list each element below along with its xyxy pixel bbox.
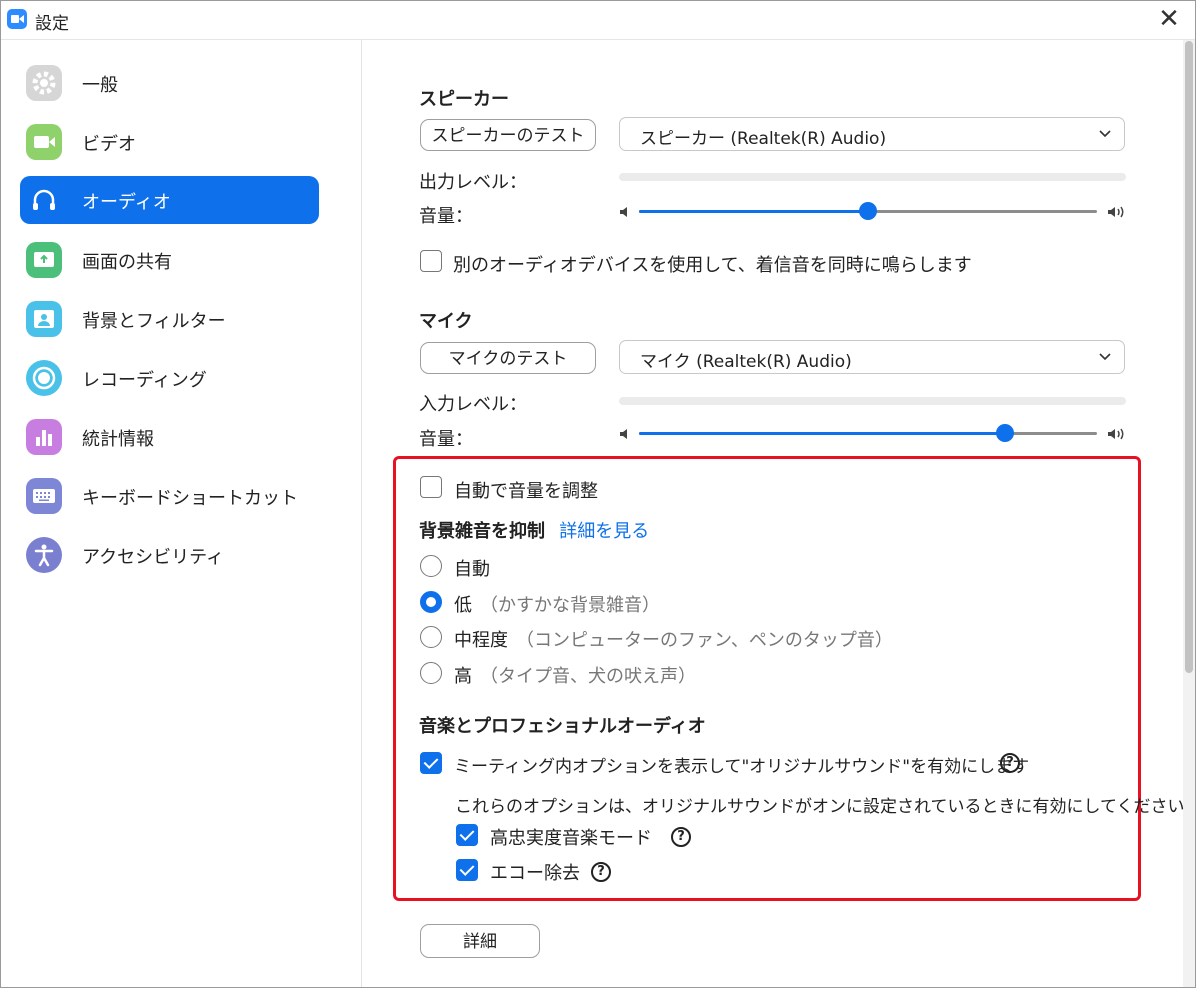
speaker-device-select[interactable]: スピーカー (Realtek(R) Audio) [619,117,1125,151]
echo-cancellation-checkbox[interactable] [456,859,478,881]
noise-option-note: （コンピューターのファン、ペンのタップ音） [516,630,893,651]
mic-volume-slider[interactable] [639,424,1097,444]
scrollbar-thumb[interactable] [1185,41,1193,673]
mic-heading: マイク [419,311,473,332]
speaker-heading: スピーカー [419,89,509,110]
original-sound-hint: これらのオプションは、オリジナルサウンドがオンに設定されているときに有効にしてく… [455,797,1185,817]
hifi-music-mode-label: 高忠実度音楽モード [490,828,652,849]
sidebar-item-label: オーディオ [82,192,171,213]
noise-suppression-title: 背景雑音を抑制 [419,521,545,542]
headphones-icon [26,182,62,218]
sidebar-item-accessibility[interactable]: アクセシビリティ [20,531,319,579]
original-sound-label: ミーティング内オプションを表示して"オリジナルサウンド"を有効にします [454,757,1030,777]
help-icon[interactable]: ? [591,862,611,882]
zoom-app-icon [7,9,27,29]
sidebar-item-label: キーボードショートカット [82,488,298,509]
input-level-label: 入力レベル： [419,394,527,415]
speaker-volume-label: 音量： [419,206,473,227]
sidebar-item-label: 背景とフィルター [82,311,226,332]
speaker-low-icon [620,207,627,217]
hifi-music-mode-checkbox[interactable] [456,824,478,846]
window-title: 設定 [35,14,69,34]
mic-device-value: マイク (Realtek(R) Audio) [640,352,852,372]
speaker-high-icon [1108,428,1124,440]
close-button[interactable]: ✕ [1153,3,1185,35]
test-speaker-button[interactable]: スピーカーのテスト [420,119,596,151]
noise-option-label: 中程度 [454,630,508,651]
help-icon[interactable]: ? [671,827,691,847]
noise-option-note: （かすかな背景雑音） [480,595,660,616]
sidebar-item-video[interactable]: ビデオ [20,118,319,166]
sidebar-item-statistics[interactable]: 統計情報 [20,413,319,461]
sidebar-item-screen-share[interactable]: 画面の共有 [20,236,319,284]
auto-adjust-volume-checkbox[interactable] [420,476,442,498]
separate-ringtone-label: 別のオーディオデバイスを使用して、着信音を同時に鳴らします [453,255,972,276]
noise-radio-low[interactable] [420,591,442,613]
noise-radio-auto[interactable] [420,555,442,577]
input-level-meter [619,397,1126,405]
settings-window: 設定 ✕ 一般 ビデオ オーディオ 画面の共有 背景とフィルター レコーディング… [0,0,1196,988]
sidebar-item-keyboard-shortcuts[interactable]: キーボードショートカット [20,472,319,520]
chevron-down-icon [1099,353,1111,361]
output-level-meter [619,173,1126,181]
sidebar-item-label: アクセシビリティ [82,547,225,568]
advanced-button[interactable]: 詳細 [420,924,540,958]
slider-knob[interactable] [996,424,1015,442]
sidebar-item-recording[interactable]: レコーディング [20,354,319,402]
auto-adjust-volume-label: 自動で音量を調整 [454,481,598,502]
music-pro-audio-heading: 音楽とプロフェショナルオーディオ [419,716,706,737]
sidebar: 一般 ビデオ オーディオ 画面の共有 背景とフィルター レコーディング 統計情報… [1,40,362,987]
see-details-link[interactable]: 詳細を見る [559,521,649,542]
speaker-volume-slider[interactable] [639,202,1097,222]
bar-chart-icon [26,419,62,455]
speaker-device-value: スピーカー (Realtek(R) Audio) [640,129,887,149]
noise-option-label: 自動 [454,559,490,580]
mic-device-select[interactable]: マイク (Realtek(R) Audio) [619,340,1125,374]
mic-volume-label: 音量： [419,429,473,450]
output-level-label: 出力レベル： [419,172,527,193]
original-sound-checkbox[interactable] [420,752,442,774]
noise-option-label: 低 [454,595,472,616]
sidebar-item-general[interactable]: 一般 [20,59,319,107]
noise-radio-high[interactable] [420,662,442,684]
sidebar-item-label: ビデオ [82,134,136,155]
gear-icon [26,65,62,101]
noise-option-medium: 中程度 （コンピューターのファン、ペンのタップ音） [454,626,893,652]
noise-option-label: 高 [454,666,472,687]
background-person-icon [26,301,62,337]
sidebar-item-audio[interactable]: オーディオ [20,176,319,224]
slider-knob[interactable] [859,202,877,220]
chevron-down-icon [1099,130,1111,138]
screen-share-icon [26,242,62,278]
sidebar-item-label: レコーディング [82,370,207,391]
separate-ringtone-checkbox[interactable] [420,250,442,272]
speaker-low-icon [620,429,627,439]
sidebar-item-label: 画面の共有 [82,252,172,273]
noise-option-note: （タイプ音、犬の吠え声） [480,666,696,687]
noise-option-low: 低 （かすかな背景雑音） [454,591,660,617]
test-mic-button[interactable]: マイクのテスト [420,342,596,374]
help-icon[interactable]: ? [1000,753,1020,773]
record-icon [26,360,62,396]
noise-suppression-heading: 背景雑音を抑制 詳細を見る [419,517,649,543]
sidebar-item-label: 一般 [82,75,118,96]
noise-option-auto: 自動 [454,555,490,581]
sidebar-item-label: 統計情報 [82,429,154,450]
video-camera-icon [26,124,62,160]
echo-cancellation-label: エコー除去 [490,863,580,884]
title-bar: 設定 ✕ [1,1,1195,40]
keyboard-icon [26,478,62,514]
noise-option-high: 高 （タイプ音、犬の吠え声） [454,662,696,688]
accessibility-icon [26,537,62,573]
speaker-high-icon [1108,206,1124,218]
noise-radio-medium[interactable] [420,626,442,648]
sidebar-item-background[interactable]: 背景とフィルター [20,295,319,343]
